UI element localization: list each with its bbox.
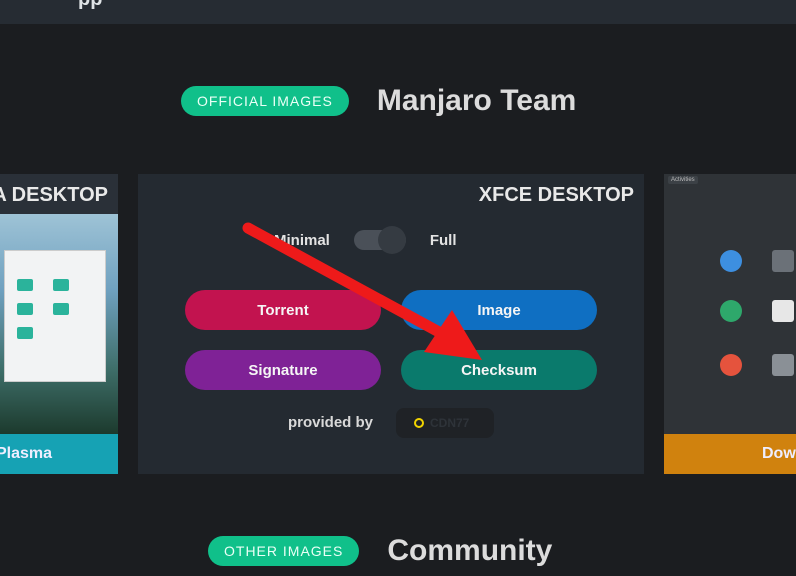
display-icon: [772, 250, 794, 272]
community-section-title: Community: [387, 534, 553, 567]
checksum-button[interactable]: Checksum: [401, 350, 597, 390]
weather-icon: [720, 250, 742, 272]
official-images-header: OFFICIAL IMAGES Manjaro Team: [181, 84, 576, 118]
cdn77-text: CDN77: [430, 416, 470, 430]
system-info-icon: [772, 354, 794, 376]
image-button[interactable]: Image: [401, 290, 597, 330]
gnome-card: Activities Dow: [664, 174, 796, 474]
cdn77-logo[interactable]: CDN77: [396, 408, 494, 438]
gnome-footer-label: Dow: [762, 445, 796, 462]
gnome-download-button[interactable]: Dow: [664, 434, 796, 474]
official-section-title: Manjaro Team: [376, 84, 577, 117]
help-icon: [720, 354, 742, 376]
folder-icon: [17, 303, 33, 315]
gnome-screenshot: Activities: [664, 174, 796, 434]
signature-button[interactable]: Signature: [185, 350, 381, 390]
toggle-knob: [377, 226, 406, 254]
top-bar-title: pp: [78, 0, 102, 11]
folder-icon: [17, 279, 33, 291]
settings-icon: [720, 300, 742, 322]
calendar-icon: [772, 300, 794, 322]
activities-tab: Activities: [668, 176, 698, 184]
folder-icon: [53, 279, 69, 291]
torrent-button[interactable]: Torrent: [185, 290, 381, 330]
provided-by-label: provided by: [288, 414, 374, 431]
full-label: Full: [429, 231, 457, 249]
minimal-full-toggle[interactable]: [353, 226, 406, 254]
top-bar: pp: [0, 0, 796, 24]
official-images-pill: OFFICIAL IMAGES: [181, 86, 349, 116]
file-manager-window: [4, 250, 106, 382]
edition-toggle-row: Minimal Full: [274, 226, 457, 254]
xfce-card-title: XFCE DESKTOP: [478, 184, 634, 206]
cdn-dot-icon: [414, 418, 424, 428]
folder-icon: [53, 303, 69, 315]
other-images-pill: OTHER IMAGES: [208, 536, 360, 566]
xfce-card: XFCE DESKTOP Minimal Full Torrent Image …: [138, 174, 644, 474]
plasma-card: A DESKTOP Plasma: [0, 174, 118, 474]
minimal-label: Minimal: [274, 231, 330, 249]
other-images-header: OTHER IMAGES Community: [208, 534, 552, 568]
plasma-footer-label: Plasma: [0, 445, 53, 462]
plasma-screenshot: [0, 214, 118, 434]
plasma-card-title: A DESKTOP: [0, 184, 108, 206]
folder-icon: [17, 327, 33, 339]
plasma-download-button[interactable]: Plasma: [0, 434, 118, 474]
